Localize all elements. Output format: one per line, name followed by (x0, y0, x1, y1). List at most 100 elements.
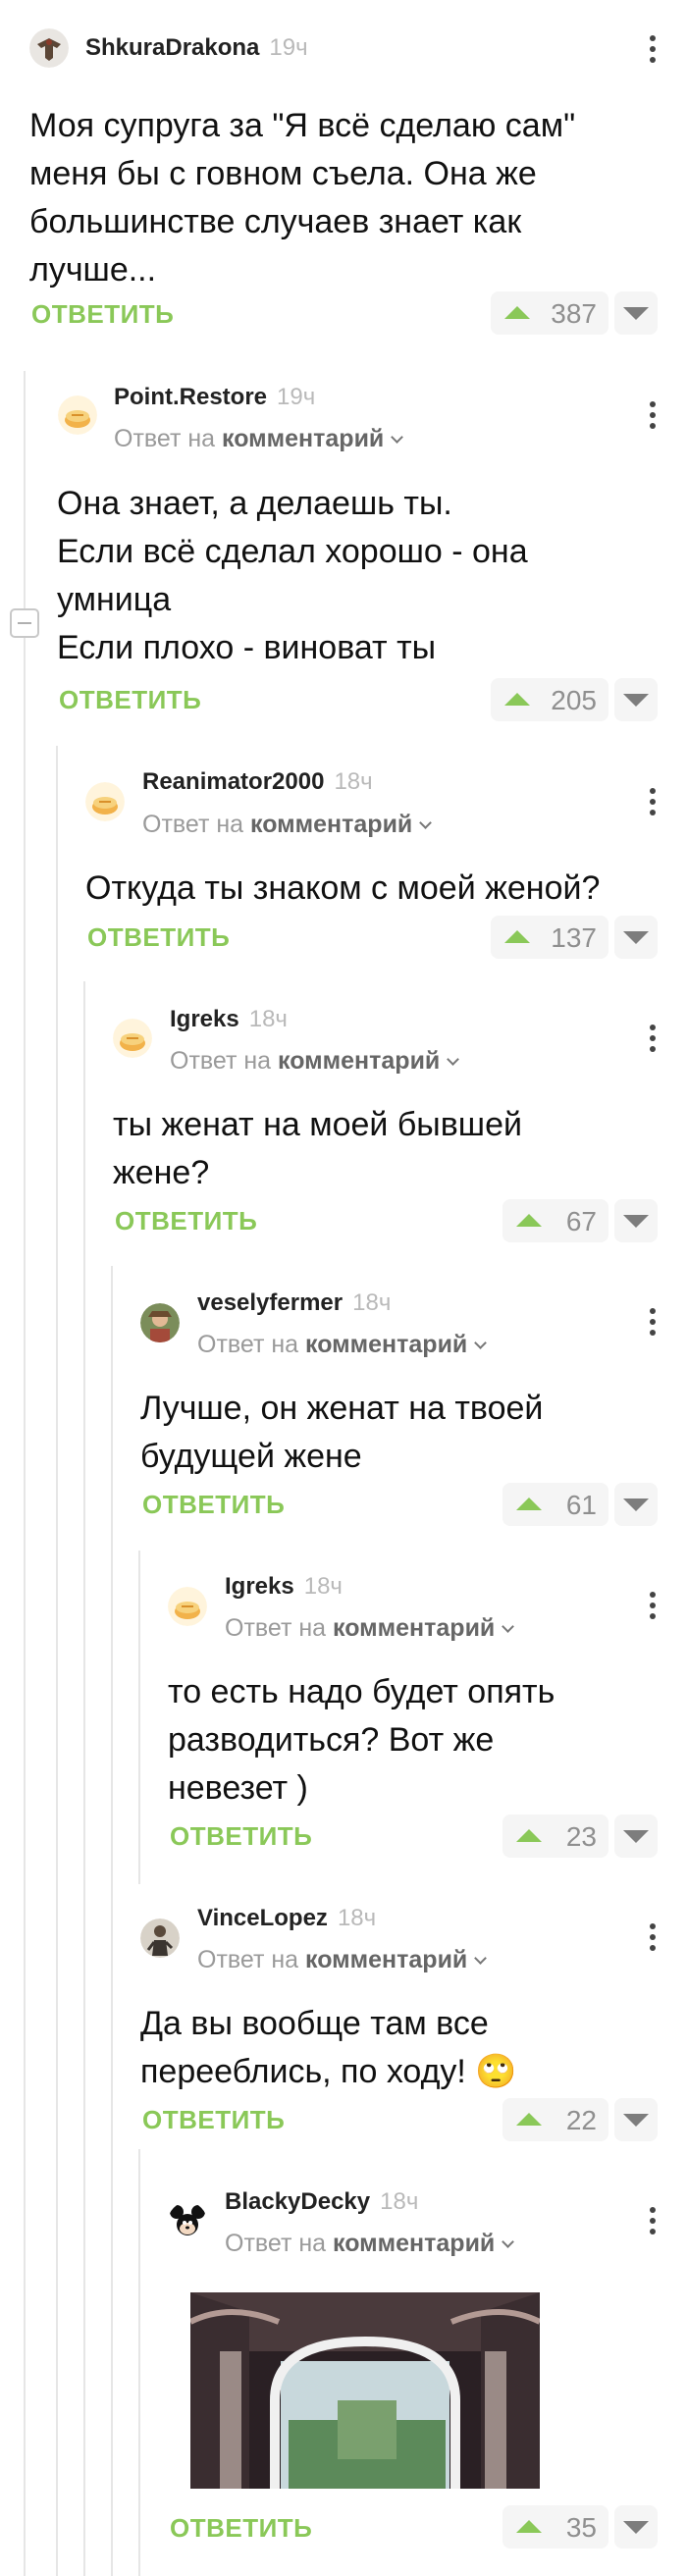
downvote-button[interactable] (614, 1814, 658, 1858)
downvote-button[interactable] (614, 678, 658, 721)
reply-to-link[interactable]: Ответ на комментарий (225, 2230, 515, 2258)
reply-button[interactable]: ОТВЕТИТЬ (170, 2513, 312, 2544)
rating-value: 387 (551, 298, 597, 329)
more-options-icon[interactable] (648, 398, 658, 434)
reply-button[interactable]: ОТВЕТИТЬ (142, 1490, 285, 1520)
reply-to-link[interactable]: Ответ на комментарий (114, 425, 404, 453)
arrow-up-icon (504, 306, 530, 319)
downvote-button[interactable] (614, 1483, 658, 1526)
rating-control: 67 (491, 1199, 658, 1242)
downvote-button[interactable] (614, 2098, 658, 2141)
chevron-down-icon (502, 1620, 515, 1633)
upvote-button[interactable]: 35 (502, 2505, 608, 2549)
rating-control: 23 (491, 1814, 658, 1858)
arrow-up-icon (504, 693, 530, 706)
collapse-thread-button[interactable] (10, 608, 39, 638)
rating-control: 35 (491, 2505, 658, 2549)
arrow-up-icon (516, 1214, 542, 1227)
upvote-button[interactable]: 22 (502, 2098, 608, 2141)
more-options-icon[interactable] (648, 1589, 658, 1624)
arrow-down-icon (623, 1830, 649, 1843)
timestamp: 19ч (277, 384, 316, 410)
timestamp: 18ч (248, 1006, 288, 1032)
more-options-icon[interactable] (648, 32, 658, 68)
username[interactable]: Igreks 18ч (170, 1006, 288, 1033)
reply-to-link[interactable]: Ответ на комментарий (225, 1614, 515, 1643)
more-options-icon[interactable] (648, 2204, 658, 2239)
arrow-up-icon (516, 1498, 542, 1510)
avatar[interactable] (85, 782, 125, 821)
arrow-down-icon (623, 2521, 649, 2534)
username[interactable]: Point.Restore 19ч (114, 384, 315, 411)
reply-to-link[interactable]: Ответ на комментарий (142, 811, 433, 839)
upvote-button[interactable]: 23 (502, 1814, 608, 1858)
thread-line (56, 746, 58, 2576)
arrow-down-icon (623, 2114, 649, 2127)
chevron-down-icon (419, 816, 433, 829)
rating-value: 137 (551, 922, 597, 953)
avatar[interactable] (168, 2202, 207, 2241)
rating-value: 22 (565, 2105, 597, 2135)
thread-line (111, 1266, 113, 2576)
username[interactable]: ShkuraDrakona 19ч (85, 34, 308, 62)
avatar[interactable] (29, 28, 69, 68)
upvote-button[interactable]: 61 (502, 1483, 608, 1526)
arrow-up-icon (516, 2113, 542, 2126)
reply-to-link[interactable]: Ответ на комментарий (197, 1331, 488, 1359)
downvote-button[interactable] (614, 291, 658, 335)
rating-control: 387 (481, 291, 658, 335)
upvote-button[interactable]: 67 (502, 1199, 608, 1242)
comment-text: Она знает, а делаешь ты. Если всё сделал … (57, 485, 528, 666)
upvote-button[interactable]: 205 (491, 678, 608, 721)
upvote-button[interactable]: 137 (491, 916, 608, 959)
username[interactable]: VinceLopez 18ч (197, 1905, 376, 1932)
downvote-button[interactable] (614, 2505, 658, 2549)
username[interactable]: veselyfermer 18ч (197, 1289, 391, 1317)
upvote-button[interactable]: 387 (491, 291, 608, 335)
comment-text: Лучше, он женат на твоей будущей жене (140, 1390, 544, 1475)
avatar[interactable] (168, 1587, 207, 1626)
comment-text: Моя супруга за "Я всё сделаю сам" меня бы… (29, 107, 576, 289)
arrow-down-icon (623, 307, 649, 320)
more-options-icon[interactable] (648, 1305, 658, 1341)
thread-line (138, 2149, 140, 2576)
attached-image[interactable] (190, 2292, 540, 2489)
avatar[interactable] (140, 1919, 180, 1958)
comment-text: Да вы вообще там все перееблись, по ходу!… (140, 2005, 517, 2090)
arrow-up-icon (516, 2520, 542, 2533)
arrow-up-icon (516, 1829, 542, 1842)
reply-button[interactable]: ОТВЕТИТЬ (59, 685, 201, 715)
reply-button[interactable]: ОТВЕТИТЬ (115, 1206, 257, 1236)
arrow-down-icon (623, 1215, 649, 1228)
reply-button[interactable]: ОТВЕТИТЬ (170, 1821, 312, 1852)
rating-value: 205 (551, 685, 597, 715)
username[interactable]: Reanimator2000 18ч (142, 768, 373, 796)
username[interactable]: Igreks 18ч (225, 1573, 343, 1601)
avatar[interactable] (113, 1019, 152, 1058)
comment-text: Откуда ты знаком с моей женой? (85, 869, 601, 907)
reply-button[interactable]: ОТВЕТИТЬ (142, 2105, 285, 2135)
username[interactable]: BlackyDecky 18ч (225, 2188, 418, 2216)
timestamp: 18ч (337, 1905, 377, 1931)
rating-value: 35 (565, 2512, 597, 2543)
reply-button[interactable]: ОТВЕТИТЬ (87, 922, 230, 953)
more-options-icon[interactable] (648, 1920, 658, 1956)
thread-line (138, 1551, 140, 1884)
reply-button[interactable]: ОТВЕТИТЬ (31, 299, 174, 330)
chevron-down-icon (474, 1337, 488, 1349)
more-options-icon[interactable] (648, 1022, 658, 1057)
reply-to-link[interactable]: Ответ на комментарий (197, 1946, 488, 1974)
thread-line (24, 371, 26, 2576)
reply-to-link[interactable]: Ответ на комментарий (170, 1047, 460, 1076)
arrow-down-icon (623, 931, 649, 944)
avatar[interactable] (140, 1303, 180, 1342)
rating-control: 137 (481, 916, 658, 959)
downvote-button[interactable] (614, 916, 658, 959)
rating-value: 23 (565, 1821, 597, 1852)
timestamp: 18ч (380, 2188, 419, 2215)
arrow-down-icon (623, 694, 649, 707)
downvote-button[interactable] (614, 1199, 658, 1242)
more-options-icon[interactable] (648, 785, 658, 820)
avatar[interactable] (58, 395, 97, 435)
rating-value: 67 (565, 1206, 597, 1236)
